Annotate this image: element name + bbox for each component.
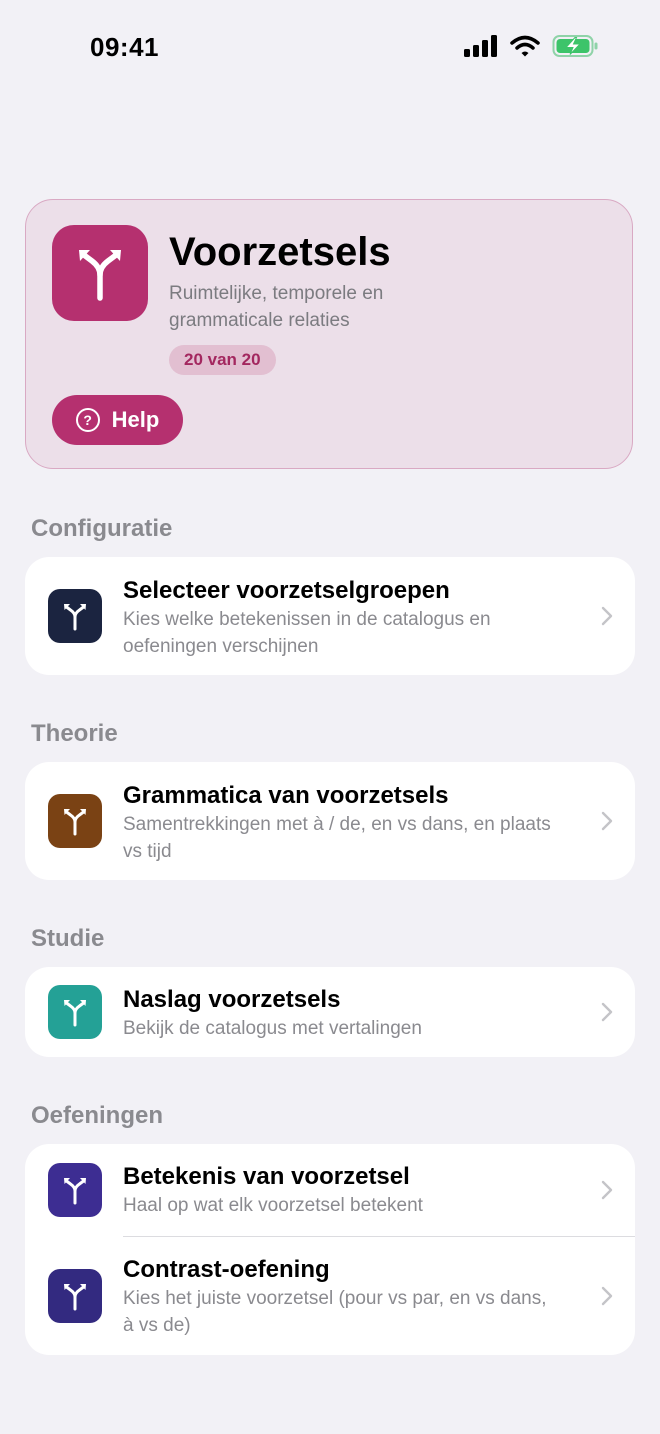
list-item-contrast-oefening[interactable]: Contrast-oefening Kies het juiste voorze… xyxy=(25,1237,635,1355)
status-icons xyxy=(464,34,600,58)
split-arrow-icon xyxy=(52,225,148,321)
list-item-naslag[interactable]: Naslag voorzetsels Bekijk de catalogus m… xyxy=(25,967,635,1057)
section-card-studie: Naslag voorzetsels Bekijk de catalogus m… xyxy=(25,967,635,1057)
row-subtitle: Samentrekkingen met à / de, en vs dans, … xyxy=(123,814,551,862)
help-label: Help xyxy=(111,407,160,432)
battery-charging-icon xyxy=(552,35,598,57)
wifi-icon xyxy=(510,35,540,57)
help-button[interactable]: ? Help xyxy=(52,395,183,445)
section-card-theorie: Grammatica van voorzetsels Samentrekking… xyxy=(25,762,635,880)
signal-icon xyxy=(464,35,497,57)
progress-badge: 20 van 20 xyxy=(169,345,276,375)
row-subtitle: Bekijk de catalogus met vertalingen xyxy=(123,1018,422,1039)
row-subtitle: Kies het juiste voorzetsel (pour vs par,… xyxy=(123,1288,547,1336)
chevron-right-icon xyxy=(601,606,613,626)
split-arrow-icon xyxy=(48,589,102,643)
row-title: Contrast-oefening xyxy=(123,1256,330,1283)
status-time: 09:41 xyxy=(90,32,159,62)
page-title: Voorzetsels xyxy=(169,230,391,274)
split-arrow-icon xyxy=(48,1163,102,1217)
list-item-grammatica[interactable]: Grammatica van voorzetsels Samentrekking… xyxy=(25,762,635,880)
question-circle-icon: ? xyxy=(75,408,100,432)
split-arrow-icon xyxy=(48,794,102,848)
hero-subtitle: Ruimtelijke, temporele en grammaticale r… xyxy=(169,283,384,331)
row-title: Naslag voorzetsels xyxy=(123,986,341,1013)
split-arrow-icon xyxy=(48,1269,102,1323)
list-item-betekenis[interactable]: Betekenis van voorzetsel Haal op wat elk… xyxy=(25,1144,635,1236)
row-title: Selecteer voorzetselgroepen xyxy=(123,577,450,604)
chevron-right-icon xyxy=(601,1286,613,1306)
section-header-theorie: Theorie xyxy=(31,720,118,747)
section-header-studie: Studie xyxy=(31,925,105,952)
row-subtitle: Kies welke betekenissen in de catalogus … xyxy=(123,609,491,657)
chevron-right-icon xyxy=(601,811,613,831)
hero-card: Voorzetsels Ruimtelijke, temporele en gr… xyxy=(25,199,633,469)
row-subtitle: Haal op wat elk voorzetsel betekent xyxy=(123,1195,423,1216)
list-item-selecteer-voorzetselgroepen[interactable]: Selecteer voorzetselgroepen Kies welke b… xyxy=(25,557,635,675)
section-card-configuratie: Selecteer voorzetselgroepen Kies welke b… xyxy=(25,557,635,675)
section-card-oefeningen: Betekenis van voorzetsel Haal op wat elk… xyxy=(25,1144,635,1355)
row-title: Betekenis van voorzetsel xyxy=(123,1163,410,1190)
section-header-oefeningen: Oefeningen xyxy=(31,1102,164,1129)
chevron-right-icon xyxy=(601,1180,613,1200)
row-title: Grammatica van voorzetsels xyxy=(123,782,449,809)
split-arrow-icon xyxy=(48,985,102,1039)
section-header-configuratie: Configuratie xyxy=(31,515,173,542)
status-bar: 09:41 xyxy=(0,0,660,100)
chevron-right-icon xyxy=(601,1002,613,1022)
